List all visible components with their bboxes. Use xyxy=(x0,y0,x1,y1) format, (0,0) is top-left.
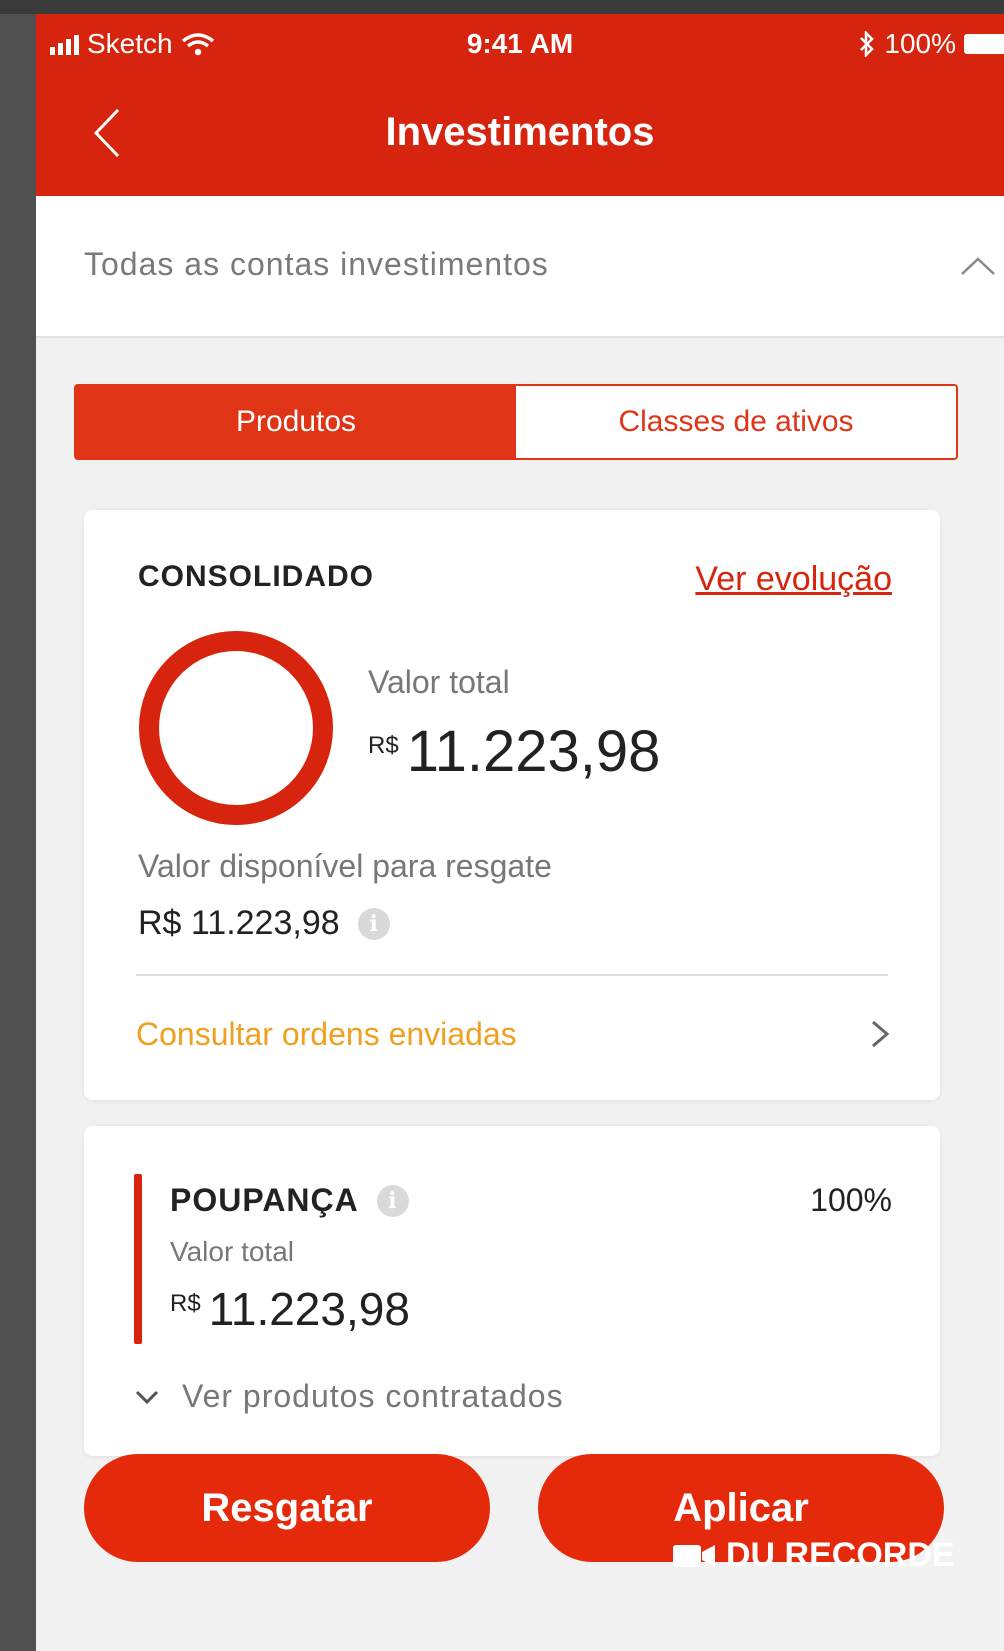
view-evolution-link[interactable]: Ver evolução xyxy=(695,560,892,599)
phone-screen: Sketch 9:41 AM 100% Investimentos Todas xyxy=(36,14,1004,1651)
chevron-up-icon[interactable] xyxy=(958,254,998,278)
chevron-down-icon xyxy=(135,1390,159,1404)
page-title: Investimentos xyxy=(385,110,655,154)
savings-title: POUPANÇA xyxy=(170,1182,359,1218)
video-camera-icon xyxy=(673,1544,715,1567)
available-value-amount: R$ 11.223,98 xyxy=(138,904,340,942)
savings-percent: 100% xyxy=(810,1182,892,1218)
status-bar: Sketch 9:41 AM 100% xyxy=(36,14,1004,74)
tab-classes-de-ativos[interactable]: Classes de ativos xyxy=(516,386,956,458)
savings-total-label: Valor total xyxy=(170,1236,294,1267)
savings-title-row: POUPANÇA i xyxy=(170,1182,409,1219)
available-value: R$ 11.223,98 i xyxy=(138,904,390,943)
battery-icon xyxy=(964,34,1004,54)
consolidated-heading: CONSOLIDADO xyxy=(138,560,374,593)
divider xyxy=(136,974,888,976)
account-selector-label: Todas as contas investimentos xyxy=(84,246,549,282)
bluetooth-icon xyxy=(860,31,875,57)
total-value: R$ 11.223,98 xyxy=(368,718,660,785)
savings-card: POUPANÇA i 100% Valor total R$ 11.223,98… xyxy=(84,1126,940,1456)
view-products-toggle[interactable]: Ver produtos contratados xyxy=(134,1378,564,1415)
view-orders-row[interactable]: Consultar ordens enviadas xyxy=(136,1006,892,1062)
view-orders-link[interactable]: Consultar ordens enviadas xyxy=(136,1016,517,1053)
tab-produtos[interactable]: Produtos xyxy=(76,386,516,458)
donut-segment-poupanca xyxy=(139,631,333,825)
chevron-right-icon xyxy=(872,1020,890,1048)
info-icon[interactable]: i xyxy=(376,1184,409,1217)
segmented-control: Produtos Classes de ativos xyxy=(74,384,958,460)
allocation-donut-chart xyxy=(139,631,333,825)
currency-symbol: R$ xyxy=(368,732,399,759)
savings-color-bar xyxy=(134,1174,142,1344)
window-frame xyxy=(0,0,1004,14)
info-icon[interactable]: i xyxy=(357,907,390,940)
consolidated-card: CONSOLIDADO Ver evolução Valor total R$ … xyxy=(84,510,940,1100)
savings-total-amount: 11.223,98 xyxy=(208,1283,410,1335)
redeem-button[interactable]: Resgatar xyxy=(84,1454,490,1562)
savings-total-value: R$ 11.223,98 xyxy=(170,1282,410,1336)
app-header: Sketch 9:41 AM 100% Investimentos xyxy=(36,14,1004,206)
watermark-text: DU RECORDE xyxy=(726,1536,955,1574)
total-value-label: Valor total xyxy=(368,664,510,700)
account-selector[interactable]: Todas as contas investimentos xyxy=(36,196,1004,338)
battery-percent: 100% xyxy=(884,28,956,59)
currency-symbol: R$ xyxy=(170,1290,201,1317)
recorder-watermark: DU RECORDE xyxy=(672,1536,955,1575)
available-value-label: Valor disponível para resgate xyxy=(138,848,552,884)
view-products-label: Ver produtos contratados xyxy=(182,1378,564,1414)
total-value-amount: 11.223,98 xyxy=(406,719,661,784)
